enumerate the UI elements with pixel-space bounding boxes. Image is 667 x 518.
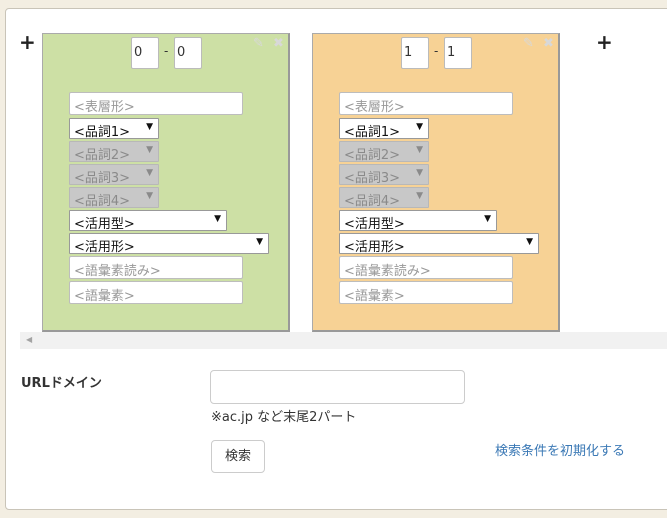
pos4-value: <品詞4> bbox=[344, 194, 401, 209]
scroll-left-icon[interactable]: ◀ bbox=[26, 335, 32, 344]
pencil-icon[interactable]: ✎ bbox=[523, 37, 536, 50]
conjugation-type-value: <活用型> bbox=[344, 217, 405, 232]
surface-form-input[interactable]: <表層形> bbox=[69, 92, 243, 115]
chevron-down-icon: ▼ bbox=[526, 237, 533, 247]
url-domain-label: URLドメイン bbox=[21, 376, 102, 391]
token-box-1: 0 - 0 ✎ ✖ <表層形> <品詞1> ▼ <品詞2> ▼ <品詞3> ▼ <品詞… bbox=[42, 33, 290, 332]
add-column-left-icon[interactable]: + bbox=[19, 32, 36, 52]
range-separator: - bbox=[434, 44, 439, 58]
conjugation-type-select[interactable]: <活用型> ▼ bbox=[69, 210, 227, 232]
close-icon[interactable]: ✖ bbox=[273, 37, 286, 50]
pos2-value: <品詞2> bbox=[344, 148, 401, 163]
pos3-select[interactable]: <品詞3> ▼ bbox=[339, 164, 429, 186]
lemma-reading-input[interactable]: <語彙素読み> bbox=[69, 256, 243, 279]
pencil-icon[interactable]: ✎ bbox=[253, 37, 266, 50]
conjugation-type-value: <活用型> bbox=[74, 217, 135, 232]
close-icon[interactable]: ✖ bbox=[543, 37, 556, 50]
chevron-down-icon: ▼ bbox=[146, 145, 153, 155]
lemma-input[interactable]: <語彙素> bbox=[339, 281, 513, 304]
pos1-value: <品詞1> bbox=[344, 125, 401, 140]
lemma-reading-input[interactable]: <語彙素読み> bbox=[339, 256, 513, 279]
pos4-select[interactable]: <品詞4> ▼ bbox=[69, 187, 159, 209]
range-from-input[interactable]: 1 bbox=[401, 37, 429, 69]
pos3-select[interactable]: <品詞3> ▼ bbox=[69, 164, 159, 186]
lemma-input[interactable]: <語彙素> bbox=[69, 281, 243, 304]
conjugation-form-select[interactable]: <活用形> ▼ bbox=[339, 233, 539, 255]
token-box-2: 1 - 1 ✎ ✖ <表層形> <品詞1> ▼ <品詞2> ▼ <品詞3> ▼ <品詞… bbox=[312, 33, 560, 332]
chevron-down-icon: ▼ bbox=[256, 237, 263, 247]
conjugation-form-value: <活用形> bbox=[74, 240, 135, 255]
range-to-input[interactable]: 0 bbox=[174, 37, 202, 69]
conjugation-type-select[interactable]: <活用型> ▼ bbox=[339, 210, 497, 232]
range-to-input[interactable]: 1 bbox=[444, 37, 472, 69]
pos2-select[interactable]: <品詞2> ▼ bbox=[339, 141, 429, 163]
pos4-value: <品詞4> bbox=[74, 194, 131, 209]
reset-conditions-link[interactable]: 検索条件を初期化する bbox=[495, 440, 625, 459]
pos2-value: <品詞2> bbox=[74, 148, 131, 163]
chevron-down-icon: ▼ bbox=[416, 191, 423, 201]
range-from-input[interactable]: 0 bbox=[131, 37, 159, 69]
chevron-down-icon: ▼ bbox=[146, 122, 153, 132]
search-button[interactable]: 検索 bbox=[211, 440, 265, 473]
pos2-select[interactable]: <品詞2> ▼ bbox=[69, 141, 159, 163]
conjugation-form-select[interactable]: <活用形> ▼ bbox=[69, 233, 269, 255]
chevron-down-icon: ▼ bbox=[416, 145, 423, 155]
pos1-select[interactable]: <品詞1> ▼ bbox=[69, 118, 159, 140]
range-separator: - bbox=[164, 44, 169, 58]
conjugation-form-value: <活用形> bbox=[344, 240, 405, 255]
url-domain-hint: ※ac.jp など末尾2パート bbox=[211, 410, 357, 425]
url-domain-input[interactable] bbox=[210, 370, 465, 404]
chevron-down-icon: ▼ bbox=[146, 168, 153, 178]
chevron-down-icon: ▼ bbox=[416, 168, 423, 178]
horizontal-scrollbar[interactable]: ◀ bbox=[20, 332, 667, 349]
pos3-value: <品詞3> bbox=[74, 171, 131, 186]
chevron-down-icon: ▼ bbox=[416, 122, 423, 132]
pos1-select[interactable]: <品詞1> ▼ bbox=[339, 118, 429, 140]
surface-form-input[interactable]: <表層形> bbox=[339, 92, 513, 115]
pos4-select[interactable]: <品詞4> ▼ bbox=[339, 187, 429, 209]
chevron-down-icon: ▼ bbox=[146, 191, 153, 201]
pos3-value: <品詞3> bbox=[344, 171, 401, 186]
pos1-value: <品詞1> bbox=[74, 125, 131, 140]
chevron-down-icon: ▼ bbox=[484, 214, 491, 224]
add-column-right-icon[interactable]: + bbox=[596, 32, 613, 52]
chevron-down-icon: ▼ bbox=[214, 214, 221, 224]
